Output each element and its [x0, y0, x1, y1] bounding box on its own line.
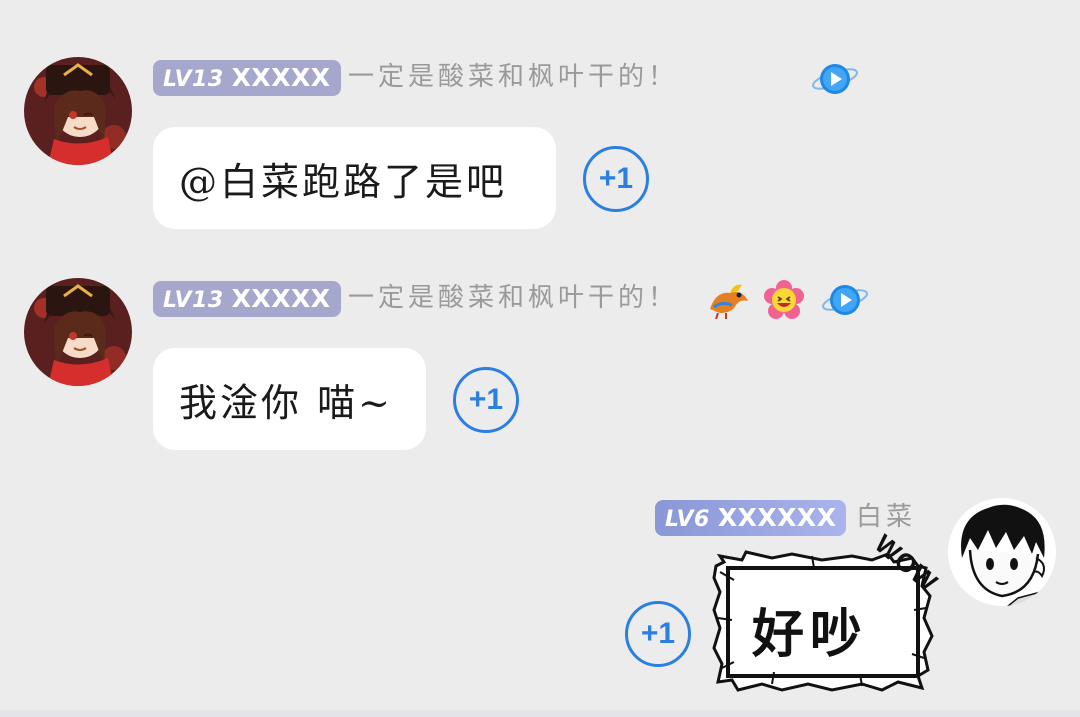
- message-text: 我淦你 喵~: [179, 380, 393, 425]
- plus-one-button[interactable]: +1: [625, 601, 691, 667]
- plus-one-button[interactable]: +1: [583, 146, 649, 212]
- level-badge: LV6 XXXXXX: [655, 500, 847, 536]
- dragon-icon: [706, 279, 752, 323]
- play-badge-icon: [810, 60, 860, 102]
- message-text: @白菜跑路了是吧: [179, 159, 508, 204]
- badge-name: XXXXXX: [717, 503, 837, 532]
- badge-name: XXXXX: [231, 284, 331, 313]
- username: 一定是酸菜和枫叶干的！: [348, 283, 679, 313]
- level-badge: LV13 XXXXX: [153, 281, 341, 317]
- avatar[interactable]: [24, 57, 132, 165]
- sticker-text: 好吵: [752, 604, 869, 665]
- badge-name: XXXXX: [231, 63, 331, 92]
- plus-one-button[interactable]: +1: [453, 367, 519, 433]
- level-label: LV13: [163, 288, 224, 313]
- username: 一定是酸菜和枫叶干的！: [348, 62, 679, 92]
- message-bubble[interactable]: @白菜跑路了是吧: [153, 127, 556, 229]
- laughing-flower-icon: [764, 280, 804, 324]
- avatar[interactable]: [948, 498, 1056, 606]
- level-badge: LV13 XXXXX: [153, 60, 341, 96]
- message-bubble[interactable]: 我淦你 喵~: [153, 348, 426, 450]
- level-label: LV6: [665, 507, 710, 532]
- bottom-divider: [0, 710, 1080, 717]
- avatar[interactable]: [24, 278, 132, 386]
- level-label: LV13: [163, 67, 224, 92]
- play-badge-icon: [820, 281, 870, 323]
